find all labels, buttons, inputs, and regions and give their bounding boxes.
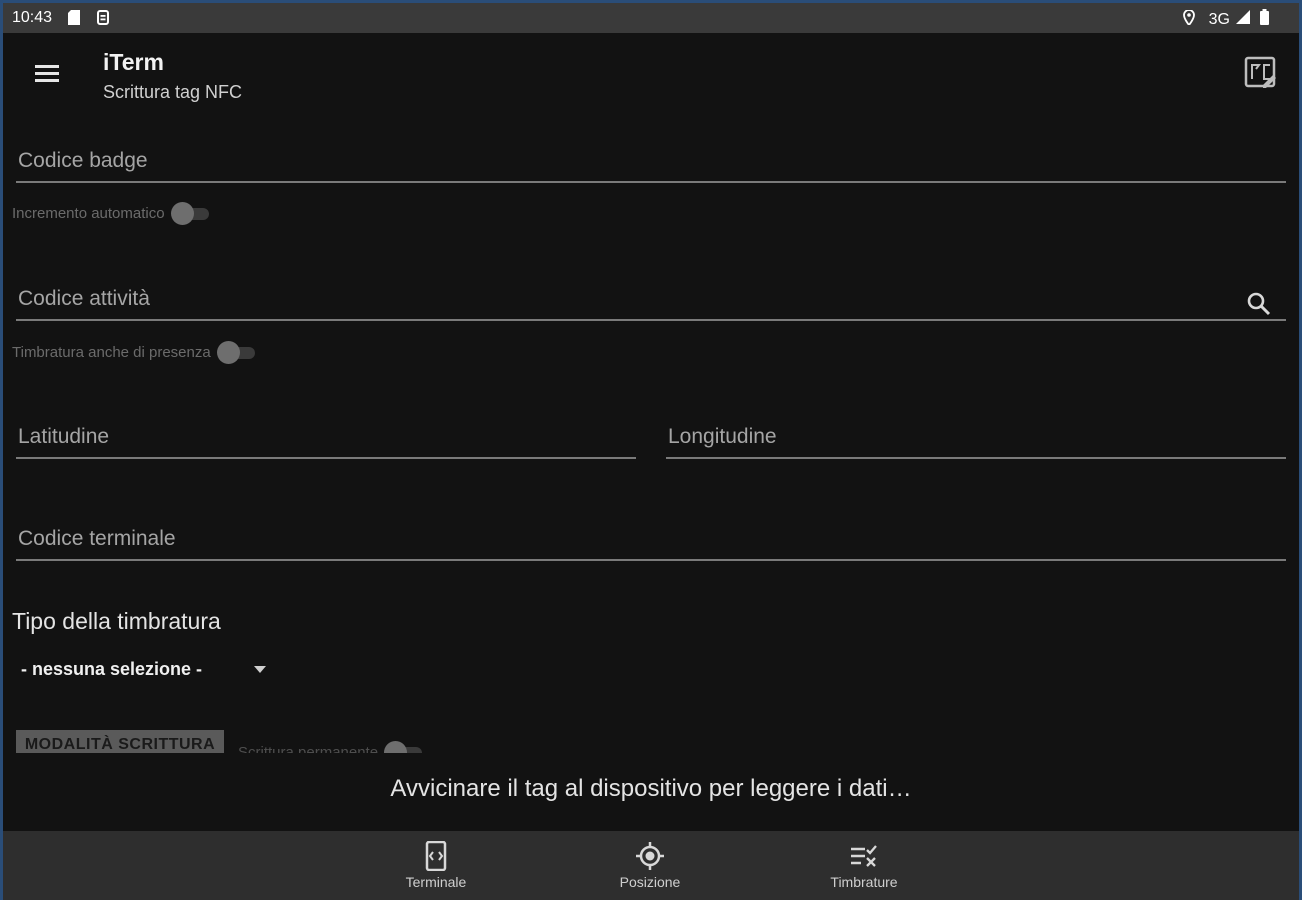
nav-timbrature[interactable]: Timbrature <box>809 841 919 890</box>
auto-increment-row: Incremento automatico <box>12 202 211 225</box>
status-time: 10:43 <box>12 9 53 26</box>
menu-button[interactable] <box>31 61 63 91</box>
network-type: 3G <box>1208 10 1230 28</box>
nav-timbrature-label: Timbrature <box>830 874 898 890</box>
menu-icon-line <box>35 79 59 82</box>
terminal-icon <box>425 841 447 871</box>
status-bar: 10:43 3G <box>3 3 1299 33</box>
activity-code-input[interactable] <box>16 281 1159 319</box>
auto-increment-toggle[interactable] <box>170 202 211 225</box>
stamp-type-title: Tipo della timbratura <box>12 608 221 634</box>
location-status-icon <box>1182 8 1195 30</box>
presence-stamp-row: Timbratura anche di presenza <box>12 341 257 364</box>
stamp-type-dropdown[interactable]: - nessuna selezione - <box>21 653 291 685</box>
bottom-navigation: Terminale Posizione Timbrature <box>3 831 1299 900</box>
auto-increment-label: Incremento automatico <box>12 204 165 222</box>
sd-card-icon <box>68 10 80 30</box>
longitude-input[interactable] <box>666 419 1286 457</box>
nav-posizione[interactable]: Posizione <box>595 841 705 890</box>
terminal-code-field[interactable] <box>16 521 1286 561</box>
terminal-code-input[interactable] <box>16 521 1286 559</box>
checklist-icon <box>851 845 877 867</box>
nav-terminale-label: Terminale <box>405 874 467 890</box>
dropdown-arrow-icon <box>254 665 267 673</box>
menu-icon-line <box>35 65 59 68</box>
latitude-field[interactable] <box>16 419 636 459</box>
presence-stamp-label: Timbratura anche di presenza <box>12 343 211 361</box>
longitude-field[interactable] <box>666 419 1286 459</box>
latitude-input[interactable] <box>16 419 636 457</box>
write-mode-button[interactable]: MODALITÀ SCRITTURA <box>16 730 224 753</box>
write-mode-row: MODALITÀ SCRITTURA Scrittura permanente <box>3 723 1299 753</box>
app-title: iTerm <box>103 49 164 75</box>
location-icon <box>636 842 664 870</box>
permanent-write-label: Scrittura permanente <box>238 743 379 754</box>
status-right: 3G <box>1182 8 1269 30</box>
nfc-tag-icon <box>1244 56 1276 88</box>
app-screen: 10:43 3G iTerm Scrittura tag NFC Codice … <box>3 3 1299 900</box>
activity-code-field[interactable] <box>16 281 1286 321</box>
search-icon[interactable] <box>1246 291 1272 317</box>
toggle-thumb <box>384 741 408 753</box>
permanent-write-toggle[interactable] <box>384 741 424 753</box>
signal-icon <box>1236 10 1250 29</box>
presence-stamp-toggle[interactable] <box>216 341 257 364</box>
toggle-thumb <box>170 202 194 225</box>
app-subtitle: Scrittura tag NFC <box>103 82 243 102</box>
nav-terminale[interactable]: Terminale <box>381 841 491 890</box>
menu-icon-line <box>35 72 59 75</box>
toggle-thumb <box>216 341 240 364</box>
notification-icon <box>97 10 109 30</box>
badge-code-field[interactable] <box>16 143 1286 183</box>
permanent-write-row: Scrittura permanente <box>238 741 424 753</box>
stamp-type-selected: - nessuna selezione - <box>21 658 203 679</box>
app-bar: iTerm Scrittura tag NFC <box>3 33 1299 121</box>
nfc-prompt-message: Avvicinare il tag al dispositivo per leg… <box>390 775 912 802</box>
badge-code-input[interactable] <box>16 143 1286 181</box>
nav-posizione-label: Posizione <box>619 874 681 890</box>
nfc-write-action-button[interactable] <box>1243 55 1279 95</box>
battery-icon <box>1260 9 1269 30</box>
